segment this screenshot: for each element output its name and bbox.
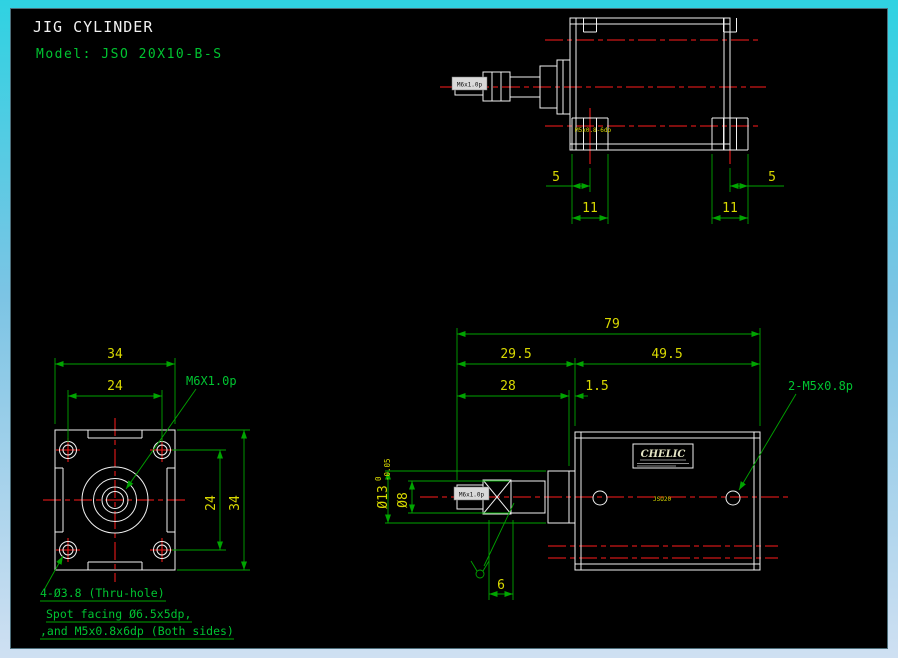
note-spot-facing: Spot facing Ø6.5x5dp, (46, 607, 191, 621)
dim-top-11-right: 11 (722, 201, 738, 216)
top-thread-label: M6x1.0p (457, 82, 483, 89)
dim-side-dia8: Ø8 (396, 492, 411, 508)
top-hole-note: M5x0.8-6dp (575, 127, 612, 134)
dim-top-11-left: 11 (582, 201, 598, 216)
drawing-model: Model: JSO 20X10-B-S (36, 47, 223, 62)
side-view-geometry (457, 432, 760, 570)
cad-viewport[interactable]: JIG CYLINDER Model: JSO 20X10-B-S (10, 8, 888, 649)
side-view-centerlines (420, 497, 788, 558)
side-view-nameplate: CHELIC (633, 444, 693, 468)
front-view-dimensions: 34 24 24 34 M6X1.0p (55, 347, 250, 570)
dim-side-dia13: Ø13 (376, 485, 391, 508)
dim-side-dia13-tol-lower: -0.05 (383, 458, 392, 481)
top-view: M6x1.0p M5x0.8-6dp 5 11 11 (440, 18, 784, 224)
dim-side-1-5: 1.5 (585, 379, 608, 394)
side-view-thread-tag: M6x1.0p (454, 487, 489, 500)
side-thread-label: M6x1.0p (459, 492, 485, 499)
brand-logo: CHELIC (641, 449, 686, 460)
dim-side-29-5: 29.5 (500, 347, 531, 362)
front-view-notes: 4-Ø3.8 (Thru-hole) Spot facing Ø6.5x5dp,… (40, 556, 234, 639)
dim-front-24-top: 24 (107, 379, 123, 394)
dim-front-34-top: 34 (107, 347, 123, 362)
app-background: JIG CYLINDER Model: JSO 20X10-B-S (0, 0, 898, 658)
dim-side-79: 79 (604, 317, 620, 332)
front-thread-callout: M6X1.0p (186, 374, 237, 388)
dim-front-34-right: 34 (228, 495, 243, 511)
cad-drawing: JIG CYLINDER Model: JSO 20X10-B-S (11, 9, 887, 648)
side-view: CHELIC JSO20 M6x1.0p (374, 317, 853, 600)
note-thread-both-sides: ,and M5x0.8x6dp (Both sides) (40, 624, 234, 638)
dim-top-5-right: 5 (768, 170, 776, 185)
dim-top-5-left: 5 (552, 170, 560, 185)
dim-side-28: 28 (500, 379, 516, 394)
dim-front-24-right: 24 (204, 495, 219, 511)
top-view-centerlines (440, 40, 766, 164)
dim-side-dia13-tol-upper: 0 (374, 476, 383, 481)
side-hole-callout: 2-M5x0.8p (788, 379, 853, 393)
top-view-thread-tag: M6x1.0p (452, 77, 487, 90)
dim-side-49-5: 49.5 (651, 347, 682, 362)
dim-side-6: 6 (497, 578, 505, 593)
note-thru-hole: 4-Ø3.8 (Thru-hole) (40, 586, 165, 600)
part-code: JSO20 (653, 496, 671, 503)
top-view-dimensions: 5 11 11 5 (546, 154, 784, 224)
drawing-title: JIG CYLINDER (33, 18, 153, 36)
front-view: 34 24 24 34 M6X1.0p (40, 347, 250, 639)
